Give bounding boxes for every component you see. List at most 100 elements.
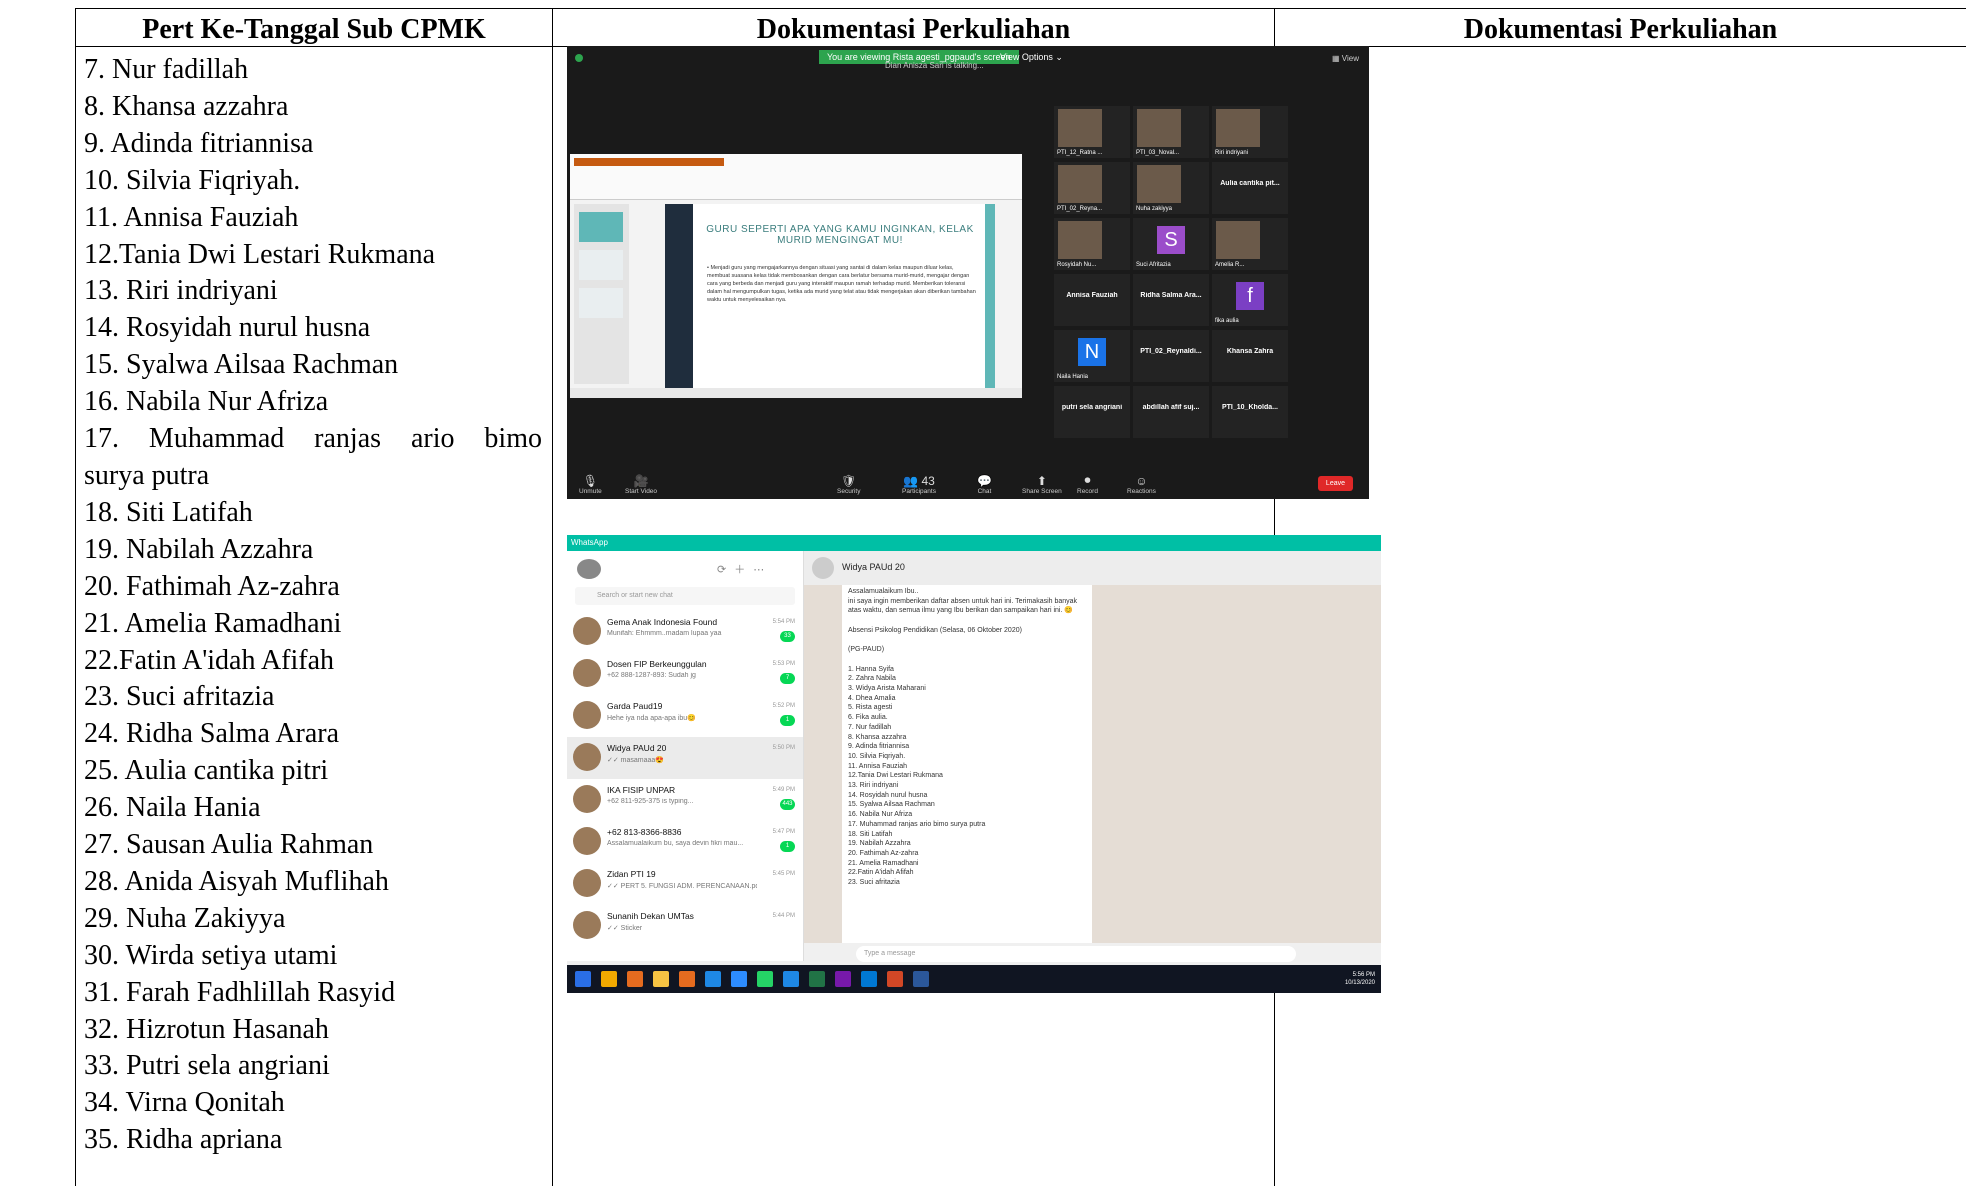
chat-time: 5:44 PM: [772, 913, 795, 919]
participant-tile[interactable]: PTI_02_Reynaldi...: [1133, 330, 1209, 382]
toolbar-start-video-button[interactable]: 🎥 Start Video: [625, 474, 657, 495]
participant-tile[interactable]: Ridha Salma Ara...: [1133, 274, 1209, 326]
gallery-view-button[interactable]: ▦ View: [1332, 54, 1359, 63]
taskbar-app-icon[interactable]: [653, 971, 669, 987]
chat-list-item[interactable]: Dosen FIP Berkeunggulan +62 888-1287-893:…: [567, 653, 803, 695]
toolbar-unmute-button[interactable]: 🎙 Unmute: [579, 474, 602, 495]
chat-name: +62 813-8366-8836: [607, 827, 682, 837]
chat-list-item[interactable]: Zidan PTI 19 ✓✓ PERT 5. FUNGSI ADM. PEREN…: [567, 863, 803, 905]
taskbar-app-icon[interactable]: [809, 971, 825, 987]
toolbar-share-screen-button[interactable]: ⬆ Share Screen: [1022, 474, 1062, 495]
taskbar-app-icon[interactable]: [731, 971, 747, 987]
toolbar-label: Share Screen: [1022, 488, 1062, 495]
chat-name: IKA FISIP UNPAR: [607, 785, 676, 795]
participant-name: Nuha zakiyya: [1136, 206, 1173, 212]
toolbar-chat-button[interactable]: 💬 Chat: [977, 474, 992, 495]
chat-avatar: [573, 827, 601, 855]
participant-video: [1058, 109, 1102, 147]
search-input[interactable]: Search or start new chat: [575, 587, 795, 605]
slide-thumbnail[interactable]: [579, 288, 623, 318]
chat-list-item[interactable]: Sunanih Dekan UMTas ✓✓ Sticker 5:44 PM: [567, 905, 803, 947]
participant-tile[interactable]: PTI_10_Kholda...: [1212, 386, 1288, 438]
participant-tile[interactable]: putri sela angriani: [1054, 386, 1130, 438]
participant-tile[interactable]: Rosyidah Nu...: [1054, 218, 1130, 270]
message-line: 13. Riri indriyani: [848, 782, 899, 790]
message-line: 17. Muhammad ranjas ario bimo surya putr…: [848, 820, 986, 828]
list-item: 22.Fatin A'idah Afifah: [84, 644, 335, 676]
toolbar-label: Participants: [902, 488, 936, 495]
list-item: 35. Ridha apriana: [84, 1124, 283, 1156]
participant-name: PTI_02_Reynaldi...: [1140, 348, 1202, 355]
taskbar-app-icon[interactable]: [705, 971, 721, 987]
taskbar-app-icon[interactable]: [601, 971, 617, 987]
list-item: 14. Rosyidah nurul husna: [84, 312, 371, 344]
list-item: 21. Amelia Ramadhani: [84, 607, 342, 639]
toolbar-record-button[interactable]: ⏺ Record: [1077, 473, 1098, 495]
security-icon: 🛡: [841, 474, 857, 488]
chat-list-item[interactable]: +62 813-8366-8836 Assalamualaikum bu, say…: [567, 821, 803, 863]
my-avatar[interactable]: [577, 559, 601, 579]
taskbar-clock[interactable]: 5:56 PM 10/13/2020: [1345, 971, 1375, 987]
taskbar-app-icon[interactable]: [783, 971, 799, 987]
current-slide: GURU SEPERTI APA YANG KAMU INGINKAN, KEL…: [665, 204, 995, 389]
chat-list-item[interactable]: Widya PAUd 20 ✓✓ masamaaa😍 5:50 PM: [567, 737, 803, 779]
toolbar-reactions-button[interactable]: ☺ Reactions: [1127, 474, 1156, 495]
participant-tile[interactable]: abdillah afif suj...: [1133, 386, 1209, 438]
participant-name: PTI_10_Kholda...: [1221, 404, 1279, 411]
contact-avatar[interactable]: [812, 557, 834, 579]
slide-thumbnail[interactable]: [579, 250, 623, 280]
participant-tile[interactable]: Amelia R...: [1212, 218, 1288, 270]
slide-thumbnail[interactable]: [579, 212, 623, 242]
toolbar-participants-button[interactable]: 👥 43 Participants: [902, 474, 936, 495]
taskbar-app-icon[interactable]: [757, 971, 773, 987]
taskbar-app-icon[interactable]: [835, 971, 851, 987]
message-input[interactable]: Type a message: [856, 946, 1296, 962]
chat-icon: 💬: [977, 474, 992, 488]
leave-button[interactable]: Leave: [1317, 476, 1353, 491]
participant-avatar: f: [1236, 282, 1264, 310]
chat-preview: Hehe iya nda apa-apa ibu😊: [607, 715, 696, 722]
attendance-list: 7. Nur fadillah 8. Khansa azzahra 9. Adi…: [84, 52, 542, 1159]
participant-tile[interactable]: Aulia cantika pit...: [1212, 162, 1288, 214]
message-line: 14. Rosyidah nurul husna: [848, 791, 928, 799]
participant-tile[interactable]: f fika aulia: [1212, 274, 1288, 326]
chat-name: Garda Paud19: [607, 701, 663, 711]
toolbar-security-button[interactable]: 🛡 Security: [837, 474, 860, 495]
participant-tile[interactable]: Riri indriyani: [1212, 106, 1288, 158]
chat-list-item[interactable]: Gema Anak Indonesia Found Munifah: Ehmmm.…: [567, 611, 803, 653]
view-options-button[interactable]: View Options ⌄: [1000, 50, 1063, 64]
taskbar-app-icon[interactable]: [627, 971, 643, 987]
taskbar-app-icon[interactable]: [887, 971, 903, 987]
message-line: 3. Widya Arista Maharani: [848, 685, 926, 693]
chat-list-item[interactable]: IKA FISIP UNPAR +62 811-925-375 is typing…: [567, 779, 803, 821]
participant-tile[interactable]: PTI_02_Reyna...: [1054, 162, 1130, 214]
participant-name: PTI_12_Ratna ...: [1057, 150, 1103, 156]
list-item: 32. Hizrotun Hasanah: [84, 1013, 329, 1045]
participant-tile[interactable]: S Suci Afritazia: [1133, 218, 1209, 270]
chat-avatar: [573, 911, 601, 939]
message-line: 6. Fika aulia.: [848, 714, 888, 722]
new-chat-icon[interactable]: ⟳＋⋯: [717, 561, 772, 577]
participant-name: putri sela angriani: [1061, 404, 1123, 411]
taskbar-app-icon[interactable]: [861, 971, 877, 987]
taskbar-app-icon[interactable]: [679, 971, 695, 987]
participant-tile[interactable]: PTI_12_Ratna ...: [1054, 106, 1130, 158]
participant-tile[interactable]: Khansa Zahra: [1212, 330, 1288, 382]
participant-tile[interactable]: PTI_03_Noval...: [1133, 106, 1209, 158]
message-line: 20. Fathimah Az-zahra: [848, 849, 919, 857]
participant-name: Suci Afritazia: [1136, 262, 1171, 268]
chat-list-item[interactable]: Garda Paud19 Hehe iya nda apa-apa ibu😊 5:5…: [567, 695, 803, 737]
participant-tile[interactable]: Nuha zakiyya: [1133, 162, 1209, 214]
participant-name: abdillah afif suj...: [1142, 404, 1200, 411]
list-item: 18. Siti Latifah: [84, 496, 253, 528]
participant-tile[interactable]: N Naila Hania: [1054, 330, 1130, 382]
message-line: 4. Dhea Amalia: [848, 694, 896, 702]
participant-name: Naila Hania: [1057, 374, 1089, 380]
participant-tile[interactable]: Annisa Fauziah: [1054, 274, 1130, 326]
start-icon[interactable]: [575, 971, 591, 987]
chat-name: Sunanih Dekan UMTas: [607, 911, 694, 921]
list-item: 20. Fathimah Az-zahra: [84, 570, 340, 602]
chat-time: 5:47 PM: [772, 829, 795, 835]
taskbar-app-icon[interactable]: [913, 971, 929, 987]
list-item: 30. Wirda setiya utami: [84, 939, 338, 971]
